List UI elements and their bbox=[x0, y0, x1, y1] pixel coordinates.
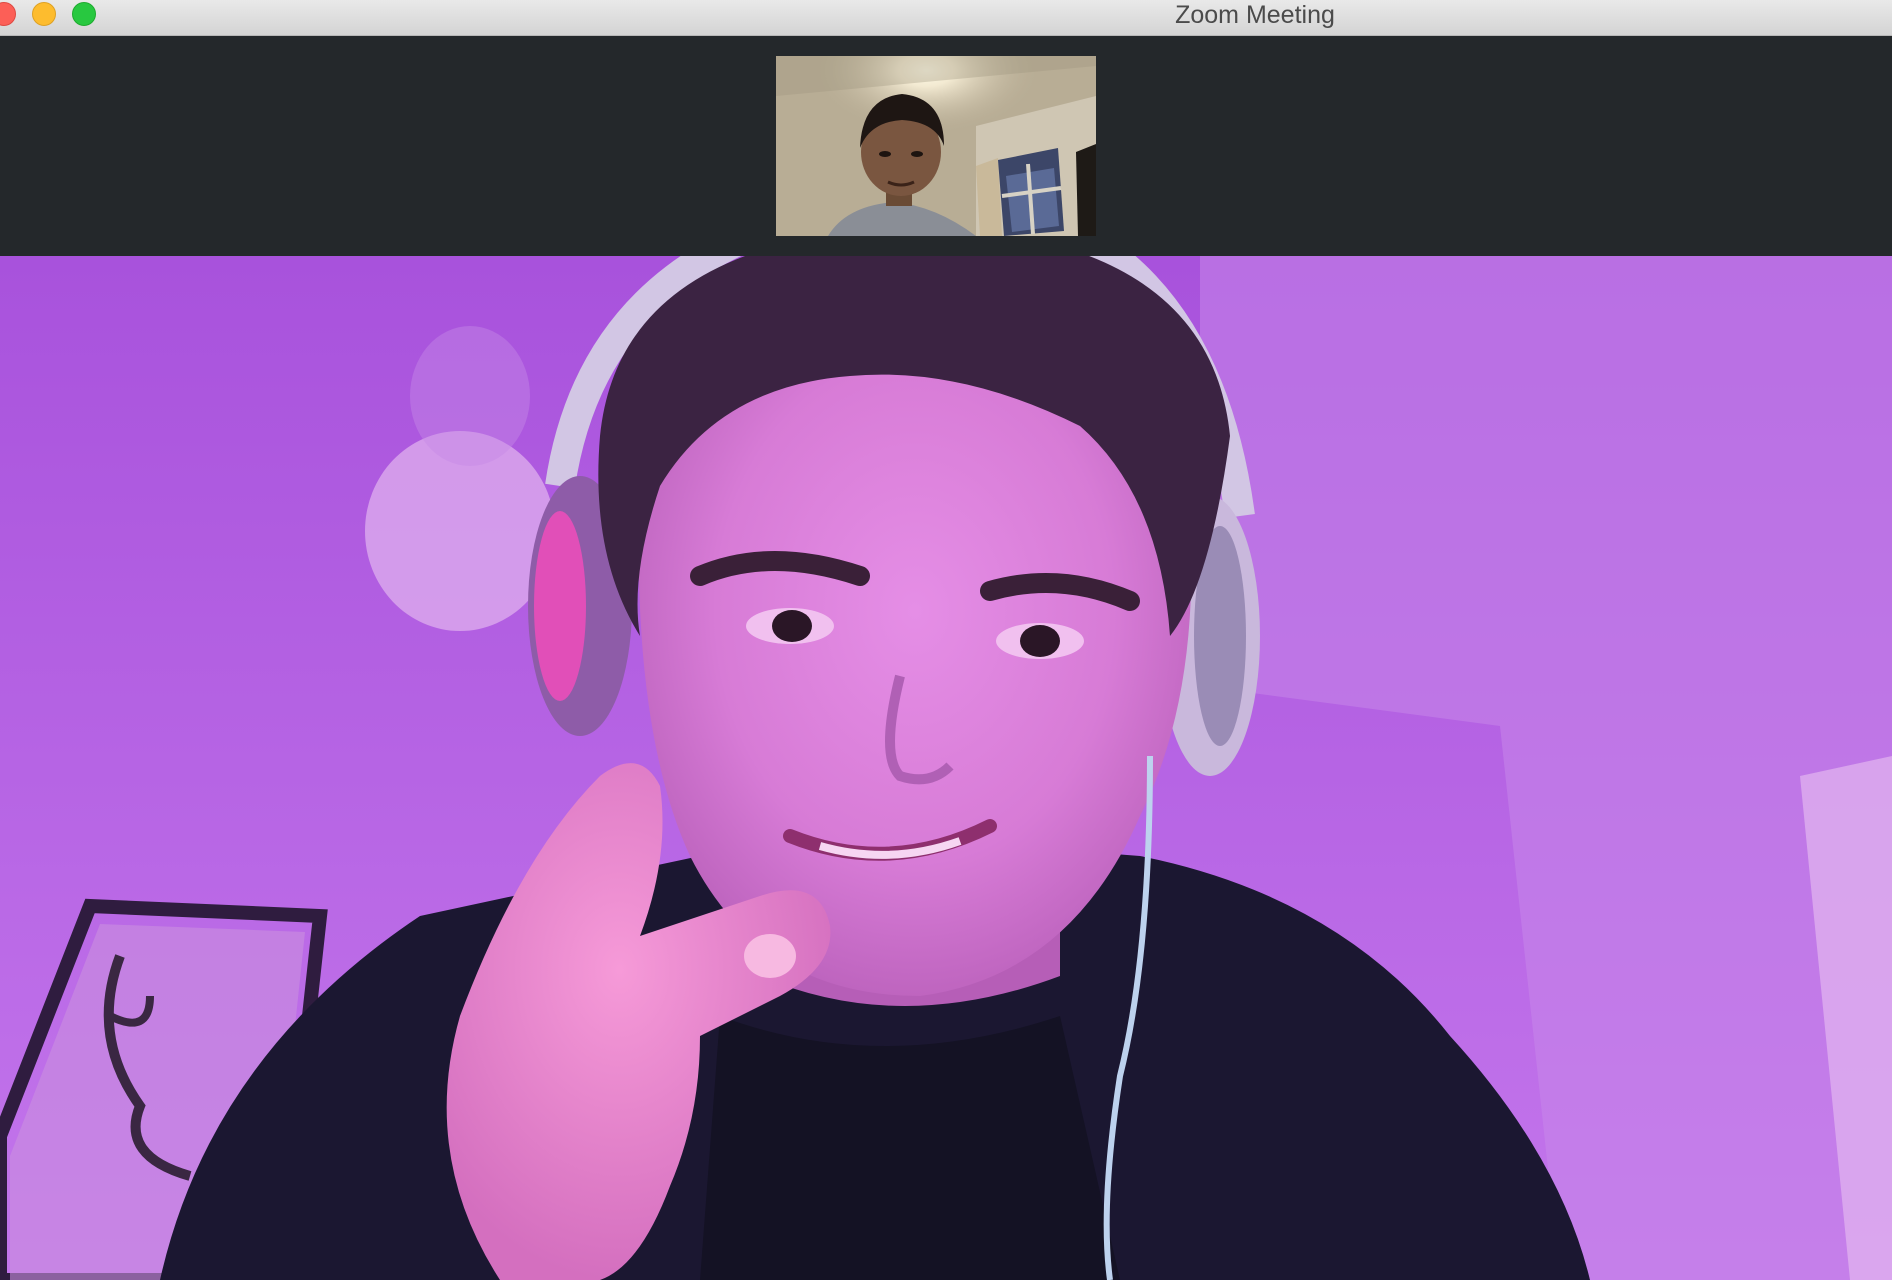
participant-thumbnail-image bbox=[776, 56, 1096, 236]
active-speaker-video[interactable] bbox=[0, 256, 1892, 1280]
zoom-window: Zoom Meeting bbox=[0, 0, 1892, 1280]
speaker-video-image bbox=[0, 256, 1892, 1280]
window-title: Zoom Meeting bbox=[1175, 1, 1335, 29]
participant-thumbnail[interactable] bbox=[776, 56, 1096, 236]
gallery-strip bbox=[0, 36, 1892, 256]
title-bar[interactable]: Zoom Meeting bbox=[0, 0, 1892, 36]
